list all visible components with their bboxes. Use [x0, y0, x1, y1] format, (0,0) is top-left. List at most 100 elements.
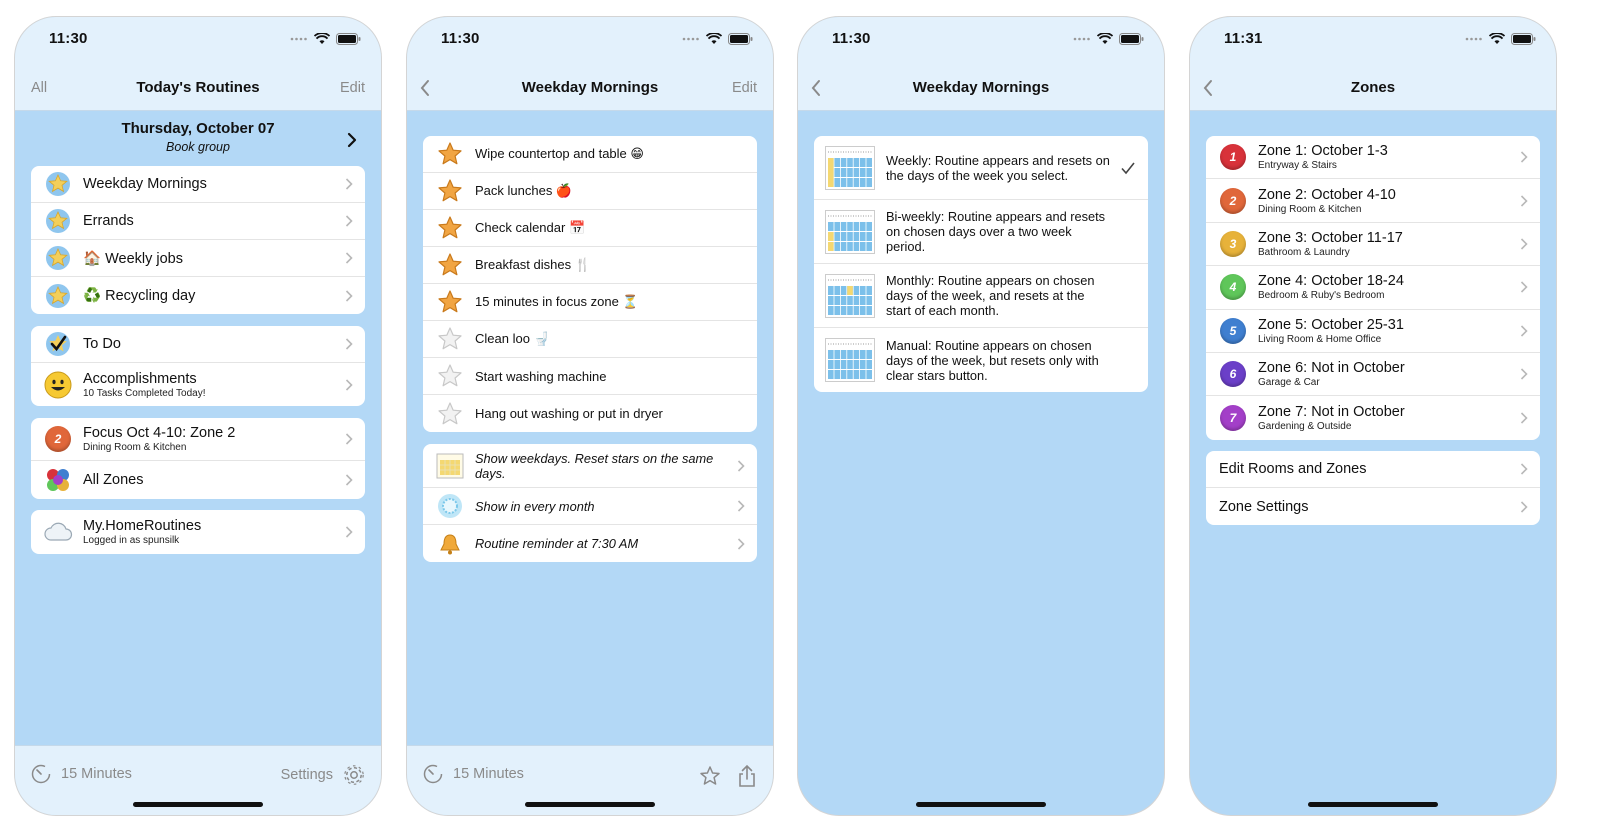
zone-badge: 2 [45, 426, 71, 452]
task-row[interactable]: Clean loo 🚽 [423, 321, 757, 358]
signal-icon [682, 37, 699, 41]
home-indicator [916, 802, 1046, 807]
chevron-right-icon [345, 215, 353, 227]
reminder-option-row[interactable]: Routine reminder at 7:30 AM [423, 525, 757, 562]
star-outline-icon[interactable] [699, 765, 721, 787]
reset-mode-label: Weekly: Routine appears and resets on th… [886, 152, 1110, 183]
account-row[interactable]: My.HomeRoutines Logged in as spunsilk [31, 510, 365, 554]
star-badge-icon [41, 208, 75, 234]
content: Weekly: Routine appears and resets on th… [798, 112, 1164, 815]
reset-mode-row[interactable]: Monthly: Routine appears on chosen days … [814, 264, 1148, 328]
task-row[interactable]: Pack lunches 🍎 [423, 173, 757, 210]
all-zones-label: All Zones [83, 472, 144, 488]
settings-button[interactable]: Settings [281, 764, 365, 786]
chevron-right-icon [345, 378, 353, 391]
zone-row[interactable]: 7 Zone 7: Not in October Gardening & Outsi… [1206, 396, 1540, 439]
task-row[interactable]: 15 minutes in focus zone ⏳ [423, 284, 757, 321]
timer-button[interactable]: 15 Minutes [423, 764, 524, 784]
accomplishments-row[interactable]: Accomplishments 10 Tasks Completed Today… [31, 363, 365, 406]
chevron-right-icon [1520, 325, 1528, 337]
zone-row[interactable]: 5 Zone 5: October 25-31 Living Room & Home… [1206, 310, 1540, 353]
zone-row[interactable]: 3 Zone 3: October 11-17 Bathroom & Laundry [1206, 223, 1540, 267]
star-filled-icon[interactable] [433, 215, 467, 241]
battery-icon [336, 33, 361, 45]
all-zones-row[interactable]: All Zones [31, 461, 365, 499]
timer-icon [31, 764, 51, 784]
star-empty-icon[interactable] [433, 326, 467, 352]
star-filled-icon[interactable] [433, 178, 467, 204]
timer-label: 15 Minutes [453, 766, 524, 782]
content: Thursday, October 07 Book group Weekday … [15, 112, 381, 745]
schedule-option-row[interactable]: Show weekdays. Reset stars on the same d… [423, 444, 757, 488]
timer-icon [423, 764, 443, 784]
zone-row[interactable]: 1 Zone 1: October 1-3 Entryway & Stairs [1206, 136, 1540, 180]
schedule-option-label: Show weekdays. Reset stars on the same d… [475, 450, 714, 481]
star-filled-icon[interactable] [433, 289, 467, 315]
nav-bar: All Today's Routines Edit [15, 67, 381, 111]
status-icons [1073, 33, 1144, 45]
chevron-right-icon [345, 474, 353, 486]
nav-bar: Weekday Mornings Edit [407, 67, 773, 111]
star-filled-icon[interactable] [433, 252, 467, 278]
reset-mode-row[interactable]: Bi-weekly: Routine appears and resets on… [814, 200, 1148, 264]
todo-label: To Do [83, 336, 121, 352]
timer-button[interactable]: 15 Minutes [31, 764, 132, 784]
chevron-right-icon [347, 132, 357, 148]
cloud-icon [41, 520, 75, 544]
focus-zone-row[interactable]: 2 Focus Oct 4-10: Zone 2 Dining Room & K… [31, 418, 365, 461]
routine-row-recycling-day[interactable]: ♻️ Recycling day [31, 277, 365, 314]
zone-row[interactable]: 2 Zone 2: October 4-10 Dining Room & Kitch… [1206, 179, 1540, 223]
zone-settings-row[interactable]: Zone Settings [1206, 488, 1540, 525]
task-row[interactable]: Hang out washing or put in dryer [423, 395, 757, 432]
zone-label: Zone 7: Not in October [1258, 404, 1405, 421]
toolbar: 15 Minutes [407, 745, 773, 815]
zone-text: Zone 7: Not in October Gardening & Outsid… [1258, 404, 1540, 432]
zone-rooms: Dining Room & Kitchen [1258, 203, 1362, 215]
account-user: Logged in as spunsilk [83, 535, 180, 546]
task-row[interactable]: Wipe countertop and table 😁 [423, 136, 757, 173]
date-header[interactable]: Thursday, October 07 Book group [15, 120, 381, 154]
star-badge-icon [41, 171, 75, 197]
star-empty-icon[interactable] [433, 401, 467, 427]
zone-rooms: Bathroom & Laundry [1258, 246, 1350, 258]
reset-mode-row[interactable]: Manual: Routine appears on chosen days o… [814, 328, 1148, 392]
edit-button[interactable]: Edit [732, 80, 757, 96]
zone-row[interactable]: 4 Zone 4: October 18-24 Bedroom & Ruby's B… [1206, 266, 1540, 310]
status-time: 11:30 [441, 30, 480, 47]
toolbar-actions [699, 764, 757, 788]
task-row[interactable]: Check calendar 📅 [423, 210, 757, 247]
edit-rooms-row[interactable]: Edit Rooms and Zones [1206, 451, 1540, 488]
status-time: 11:30 [832, 30, 871, 47]
task-list: Wipe countertop and table 😁 Pack lunches … [423, 136, 757, 432]
zone-text: Zone 3: October 11-17 Bathroom & Laundry [1258, 230, 1540, 258]
signal-icon [1465, 37, 1482, 41]
status-icons [290, 33, 361, 45]
chevron-right-icon [1520, 195, 1528, 207]
star-badge-icon [41, 283, 75, 309]
battery-icon [728, 33, 753, 45]
zone-row[interactable]: 6 Zone 6: Not in October Garage & Car [1206, 353, 1540, 397]
month-option-row[interactable]: Show in every month [423, 488, 757, 525]
todo-row[interactable]: To Do [31, 326, 365, 363]
zone-badge: 4 [1220, 274, 1246, 301]
star-empty-icon[interactable] [433, 363, 467, 389]
routine-row-weekday-mornings[interactable]: Weekday Mornings [31, 166, 365, 203]
star-filled-icon[interactable] [433, 141, 467, 167]
routine-label-text: Recycling day [105, 288, 196, 304]
reset-mode-row[interactable]: Weekly: Routine appears and resets on th… [814, 136, 1148, 200]
routine-row-weekly-jobs[interactable]: 🏠 Weekly jobs [31, 240, 365, 277]
status-bar: 11:31 [1190, 17, 1556, 67]
share-icon[interactable] [737, 764, 757, 788]
chevron-right-icon [1520, 412, 1528, 424]
task-row[interactable]: Start washing machine [423, 358, 757, 395]
edit-button[interactable]: Edit [340, 80, 365, 96]
zone-settings-list: Edit Rooms and Zones Zone Settings [1206, 451, 1540, 525]
zone-settings-label: Zone Settings [1219, 498, 1309, 515]
routine-label: Errands [83, 213, 134, 229]
zone-text: Zone 5: October 25-31 Living Room & Home … [1258, 317, 1540, 345]
status-bar: 11:30 [15, 17, 381, 67]
routine-row-errands[interactable]: Errands [31, 203, 365, 240]
task-label: Wipe countertop and table 😁 [475, 146, 644, 161]
reset-mode-label: Monthly: Routine appears on chosen days … [886, 273, 1095, 318]
task-row[interactable]: Breakfast dishes 🍴 [423, 247, 757, 284]
